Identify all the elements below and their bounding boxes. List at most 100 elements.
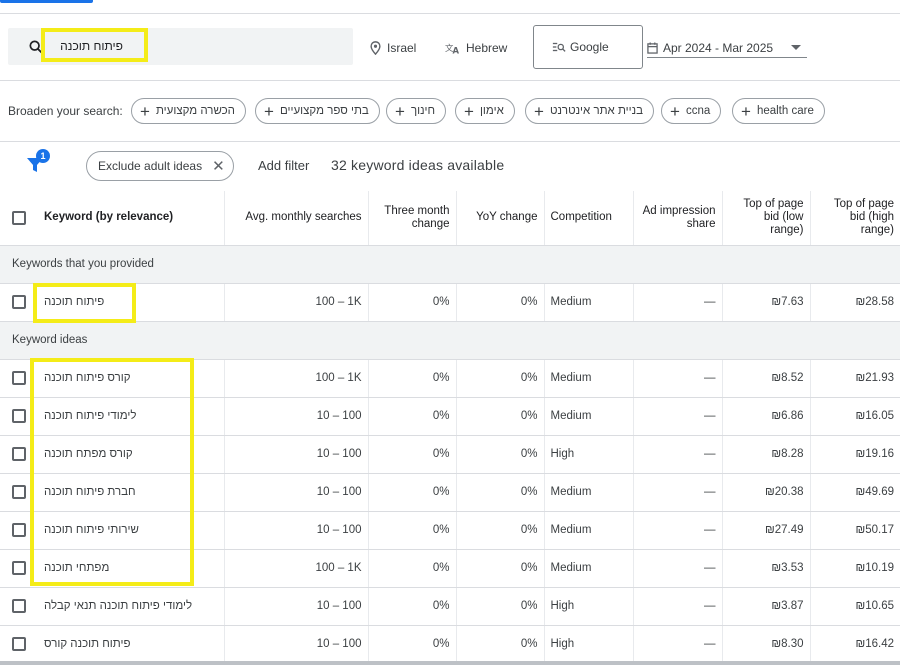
ad-impression-cell: — xyxy=(632,283,722,322)
bid-high-cell: ₪10.65 xyxy=(809,587,900,626)
three-month-cell: 0% xyxy=(367,549,456,588)
row-checkbox[interactable] xyxy=(12,523,26,537)
broaden-chip[interactable]: + אימון xyxy=(455,98,515,124)
three-month-column-header[interactable]: Three month change xyxy=(367,191,456,246)
row-checkbox[interactable] xyxy=(12,561,26,575)
network-selector[interactable]: Google xyxy=(533,25,643,69)
search-network-icon xyxy=(552,42,566,52)
add-icon: + xyxy=(395,101,405,121)
yoy-cell: 0% xyxy=(455,549,544,588)
divider xyxy=(0,141,900,142)
chip-label: אימון xyxy=(479,105,504,117)
chip-label: הכשרה מקצועית xyxy=(155,105,235,117)
bid-low-cell: ₪3.87 xyxy=(721,587,810,626)
row-checkbox[interactable] xyxy=(12,447,26,461)
avg-searches-cell: 10 – 100 xyxy=(223,625,368,664)
add-icon: + xyxy=(464,101,474,121)
competition-column-header[interactable]: Competition xyxy=(543,191,633,246)
competition-cell: Medium xyxy=(543,473,633,512)
three-month-cell: 0% xyxy=(367,511,456,550)
ad-impression-cell: — xyxy=(632,625,722,664)
ad-impression-cell: — xyxy=(632,473,722,512)
three-month-cell: 0% xyxy=(367,283,456,322)
avg-searches-cell: 10 – 100 xyxy=(223,587,368,626)
three-month-cell: 0% xyxy=(367,397,456,436)
bid-low-column-header[interactable]: Top of page bid (low range) xyxy=(721,191,810,246)
competition-cell: Medium xyxy=(543,549,633,588)
broaden-chip[interactable]: + חינוך xyxy=(386,98,447,124)
ad-impression-cell: — xyxy=(632,397,722,436)
broaden-chip[interactable]: + ccna xyxy=(661,98,722,124)
bid-low-cell: ₪3.53 xyxy=(721,549,810,588)
divider xyxy=(0,80,900,81)
ad-impression-column-header[interactable]: Ad impression share xyxy=(632,191,722,246)
bid-high-cell: ₪10.19 xyxy=(809,549,900,588)
add-filter-button[interactable]: Add filter xyxy=(258,158,309,173)
avg-searches-cell: 100 – 1K xyxy=(223,283,368,322)
select-all-checkbox[interactable] xyxy=(12,210,26,225)
broaden-chip[interactable]: + בתי ספר מקצועיים xyxy=(255,98,380,124)
broaden-chip[interactable]: + health care xyxy=(732,98,825,124)
yoy-cell: 0% xyxy=(455,283,544,322)
language-label: Hebrew xyxy=(466,41,508,55)
search-query-highlight xyxy=(41,28,148,62)
provided-keyword-highlight xyxy=(33,283,136,323)
section-label: Keywords that you provided xyxy=(0,245,900,284)
three-month-cell: 0% xyxy=(367,359,456,398)
keyword-column-header[interactable]: Keyword (by relevance) xyxy=(0,191,224,246)
svg-text:A: A xyxy=(453,46,460,55)
yoy-cell: 0% xyxy=(455,435,544,474)
row-checkbox[interactable] xyxy=(12,295,26,309)
bid-low-cell: ₪8.30 xyxy=(721,625,810,664)
translate-icon: 文 A xyxy=(445,43,460,55)
avg-searches-cell: 100 – 1K xyxy=(223,359,368,398)
three-month-cell: 0% xyxy=(367,435,456,474)
chip-label: Exclude adult ideas xyxy=(98,159,203,173)
ad-impression-cell: — xyxy=(632,549,722,588)
add-icon: + xyxy=(670,101,680,121)
yoy-cell: 0% xyxy=(455,587,544,626)
bid-low-cell: ₪8.28 xyxy=(721,435,810,474)
bid-high-cell: ₪16.42 xyxy=(809,625,900,664)
chip-label: חינוך xyxy=(410,105,436,117)
table-header-row: Keyword (by relevance) Avg. monthly sear… xyxy=(0,191,900,246)
competition-cell: Medium xyxy=(543,359,633,398)
date-range-selector[interactable]: Apr 2024 - Mar 2025 xyxy=(647,38,807,58)
exclude-adult-ideas-chip[interactable]: Exclude adult ideas ✕ xyxy=(86,151,234,181)
calendar-icon xyxy=(647,42,658,54)
avg-searches-column-header[interactable]: Avg. monthly searches xyxy=(223,191,368,246)
active-tab-indicator xyxy=(0,0,93,3)
add-icon: + xyxy=(534,101,544,121)
bid-low-cell: ₪20.38 xyxy=(721,473,810,512)
search-input[interactable]: פיתוח תוכנה xyxy=(8,28,353,65)
add-icon: + xyxy=(741,101,751,121)
location-selector[interactable]: Israel xyxy=(370,40,416,56)
chip-label: בניית אתר אינטרנט xyxy=(549,105,643,117)
bottom-scrollbar[interactable] xyxy=(0,661,900,665)
avg-searches-cell: 10 – 100 xyxy=(223,435,368,474)
bid-low-cell: ₪7.63 xyxy=(721,283,810,322)
date-range-label: Apr 2024 - Mar 2025 xyxy=(663,40,774,55)
yoy-column-header[interactable]: YoY change xyxy=(455,191,544,246)
broaden-chip[interactable]: + הכשרה מקצועית xyxy=(131,98,246,124)
row-checkbox[interactable] xyxy=(12,637,26,651)
three-month-cell: 0% xyxy=(367,473,456,512)
row-checkbox[interactable] xyxy=(12,371,26,385)
language-selector[interactable]: 文 A Hebrew xyxy=(445,40,507,56)
close-icon[interactable]: ✕ xyxy=(212,157,225,175)
bid-high-column-header[interactable]: Top of page bid (high range) xyxy=(809,191,900,246)
row-checkbox[interactable] xyxy=(12,599,26,613)
table-row[interactable]: פיתוח תוכנה קורס 10 – 100 0% 0% High — ₪… xyxy=(0,625,900,664)
keyword-ideas-highlight xyxy=(30,358,194,586)
table-row[interactable]: לימודי פיתוח תוכנה תנאי קבלה 10 – 100 0%… xyxy=(0,587,900,626)
ad-impression-cell: — xyxy=(632,511,722,550)
broaden-chip[interactable]: + בניית אתר אינטרנט xyxy=(525,98,654,124)
yoy-cell: 0% xyxy=(455,397,544,436)
row-checkbox[interactable] xyxy=(12,485,26,499)
avg-searches-cell: 100 – 1K xyxy=(223,549,368,588)
row-checkbox[interactable] xyxy=(12,409,26,423)
bid-high-cell: ₪50.17 xyxy=(809,511,900,550)
header-label: Keyword (by relevance) xyxy=(44,211,174,224)
chevron-down-icon xyxy=(791,45,801,50)
chip-label: ccna xyxy=(685,105,711,117)
